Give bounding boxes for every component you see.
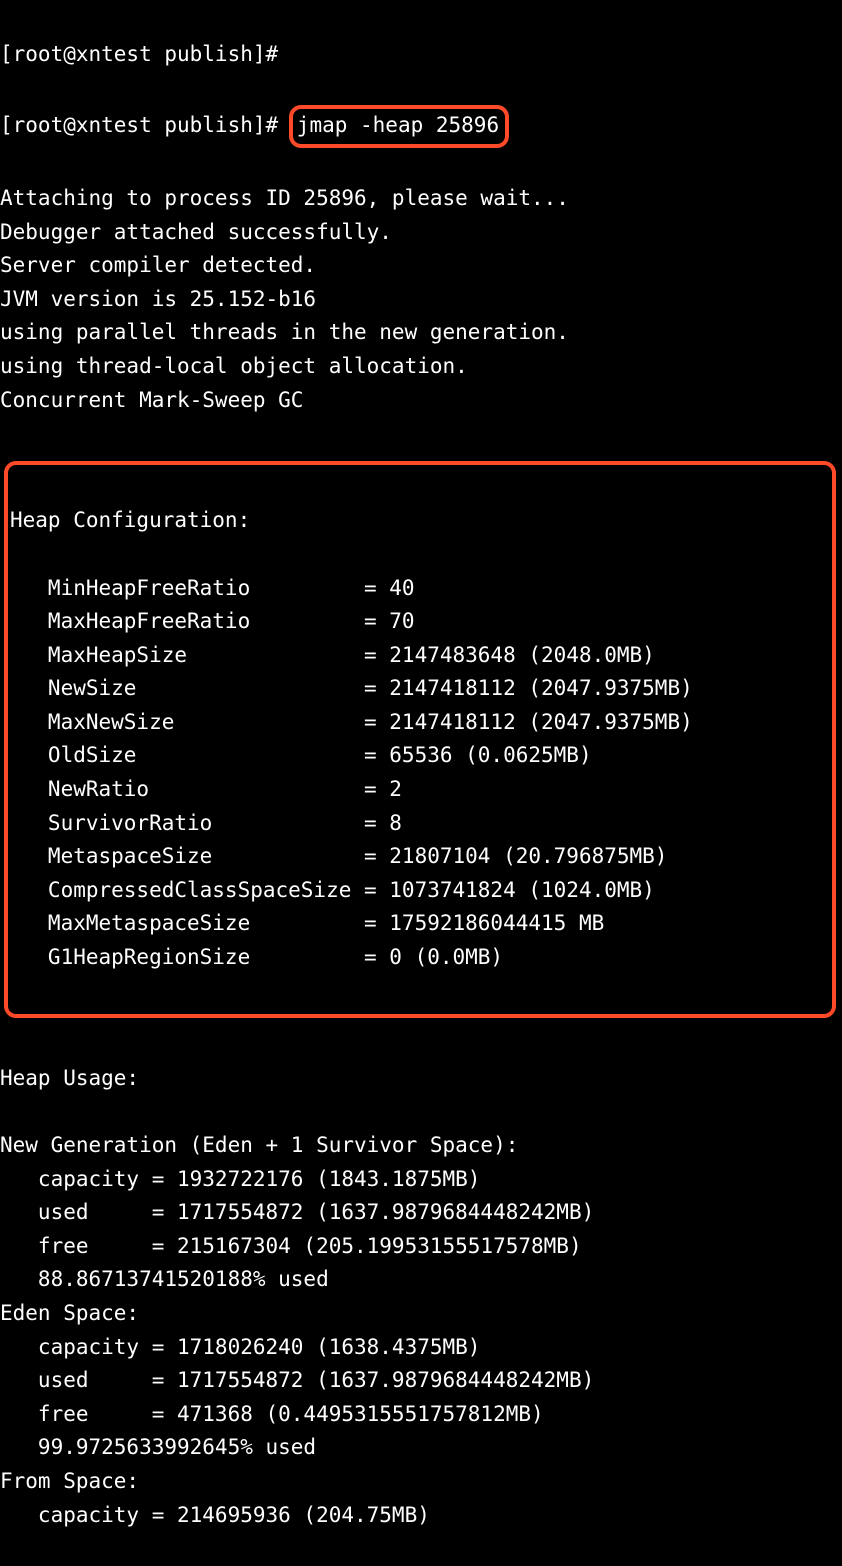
usage-row: free = 215167304 (205.19953155517578MB) xyxy=(0,1230,842,1264)
output-line: Server compiler detected. xyxy=(0,249,842,283)
usage-percent: 99.9725633992645% used xyxy=(0,1431,842,1465)
output-line: Debugger attached successfully. xyxy=(0,216,842,250)
heap-config-row: MaxHeapFreeRatio = 70 xyxy=(10,605,830,639)
terminal-output: [root@xntest publish]# [root@xntest publ… xyxy=(0,0,842,1566)
output-line: JVM version is 25.152-b16 xyxy=(0,283,842,317)
heap-config-row: MaxMetaspaceSize = 17592186044415 MB xyxy=(10,907,830,941)
heap-config-row: MaxNewSize = 2147418112 (2047.9375MB) xyxy=(10,706,830,740)
heap-config-row: OldSize = 65536 (0.0625MB) xyxy=(10,739,830,773)
jmap-command[interactable]: jmap -heap 25896 xyxy=(289,105,509,149)
heap-config-row: MinHeapFreeRatio = 40 xyxy=(10,572,830,606)
shell-prompt-2[interactable]: [root@xntest publish]# xyxy=(0,113,291,137)
heap-config-title: Heap Configuration: xyxy=(10,504,830,538)
output-line: Concurrent Mark-Sweep GC xyxy=(0,384,842,418)
usage-section-title: From Space: xyxy=(0,1465,842,1499)
usage-section-title: New Generation (Eden + 1 Survivor Space)… xyxy=(0,1129,842,1163)
heap-config-row: NewSize = 2147418112 (2047.9375MB) xyxy=(10,672,830,706)
heap-config-row: G1HeapRegionSize = 0 (0.0MB) xyxy=(10,941,830,975)
usage-row: capacity = 1718026240 (1638.4375MB) xyxy=(0,1331,842,1365)
usage-row: used = 1717554872 (1637.9879684448242MB) xyxy=(0,1364,842,1398)
heap-config-row: MaxHeapSize = 2147483648 (2048.0MB) xyxy=(10,639,830,673)
heap-usage-title: Heap Usage: xyxy=(0,1062,842,1096)
usage-section-title: Eden Space: xyxy=(0,1297,842,1331)
usage-percent: 88.86713741520188% used xyxy=(0,1263,842,1297)
usage-row: capacity = 214695936 (204.75MB) xyxy=(0,1499,842,1533)
shell-prompt-1[interactable]: [root@xntest publish]# xyxy=(0,38,842,72)
heap-config-row: MetaspaceSize = 21807104 (20.796875MB) xyxy=(10,840,830,874)
output-line: Attaching to process ID 25896, please wa… xyxy=(0,182,842,216)
output-line: using parallel threads in the new genera… xyxy=(0,316,842,350)
usage-row: used = 1717554872 (1637.9879684448242MB) xyxy=(0,1196,842,1230)
usage-row: free = 471368 (0.4495315551757812MB) xyxy=(0,1398,842,1432)
usage-row: capacity = 1932722176 (1843.1875MB) xyxy=(0,1163,842,1197)
heap-config-row: SurvivorRatio = 8 xyxy=(10,807,830,841)
heap-config-row: NewRatio = 2 xyxy=(10,773,830,807)
output-line: using thread-local object allocation. xyxy=(0,350,842,384)
heap-config-row: CompressedClassSpaceSize = 1073741824 (1… xyxy=(10,874,830,908)
heap-configuration-box: Heap Configuration: MinHeapFreeRatio = 4… xyxy=(4,461,836,1019)
